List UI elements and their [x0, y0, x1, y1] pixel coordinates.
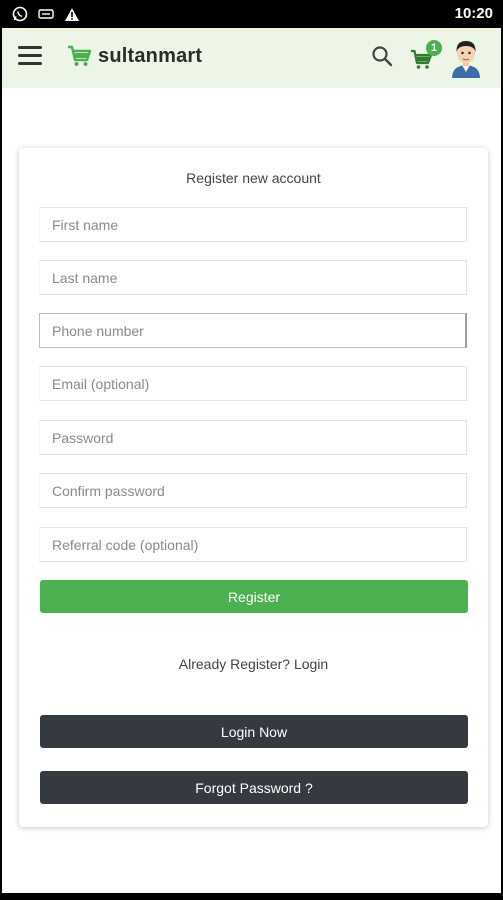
phone-number-field[interactable] — [39, 313, 467, 348]
register-card: Register new account Register Already Re… — [19, 148, 488, 827]
cart-logo-icon — [68, 45, 92, 66]
cart-count-badge: 1 — [426, 40, 442, 56]
avatar-icon[interactable] — [450, 38, 482, 78]
form-title: Register new account — [186, 170, 321, 186]
app-bar: sultanmart 1 — [2, 28, 501, 88]
password-field[interactable] — [39, 420, 467, 455]
voicemail-icon — [38, 9, 54, 19]
confirm-password-field[interactable] — [39, 473, 467, 508]
first-name-field[interactable] — [39, 207, 467, 242]
bottom-edge — [0, 893, 503, 900]
brand-name: sultanmart — [98, 44, 203, 67]
register-button[interactable]: Register — [40, 580, 468, 613]
screen: sultanmart 1 Register new account First … — [2, 28, 501, 893]
menu-icon[interactable] — [18, 46, 42, 66]
referral-code-field[interactable] — [39, 527, 467, 562]
status-bar: 10:20 — [0, 0, 503, 28]
status-icons — [12, 6, 80, 22]
status-time: 10:20 — [454, 5, 493, 22]
search-icon[interactable] — [370, 44, 394, 68]
whatsapp-icon — [12, 6, 28, 22]
last-name-field[interactable] — [39, 260, 467, 295]
forgot-password-button[interactable]: Forgot Password ? — [40, 771, 468, 804]
warning-icon — [65, 7, 79, 21]
already-registered-login-link[interactable]: Already Register? Login — [19, 656, 488, 672]
brand-logo[interactable]: sultanmart — [66, 43, 202, 69]
cart-button[interactable]: 1 — [410, 40, 442, 70]
login-now-button[interactable]: Login Now — [40, 715, 468, 748]
email-field[interactable] — [39, 366, 467, 401]
